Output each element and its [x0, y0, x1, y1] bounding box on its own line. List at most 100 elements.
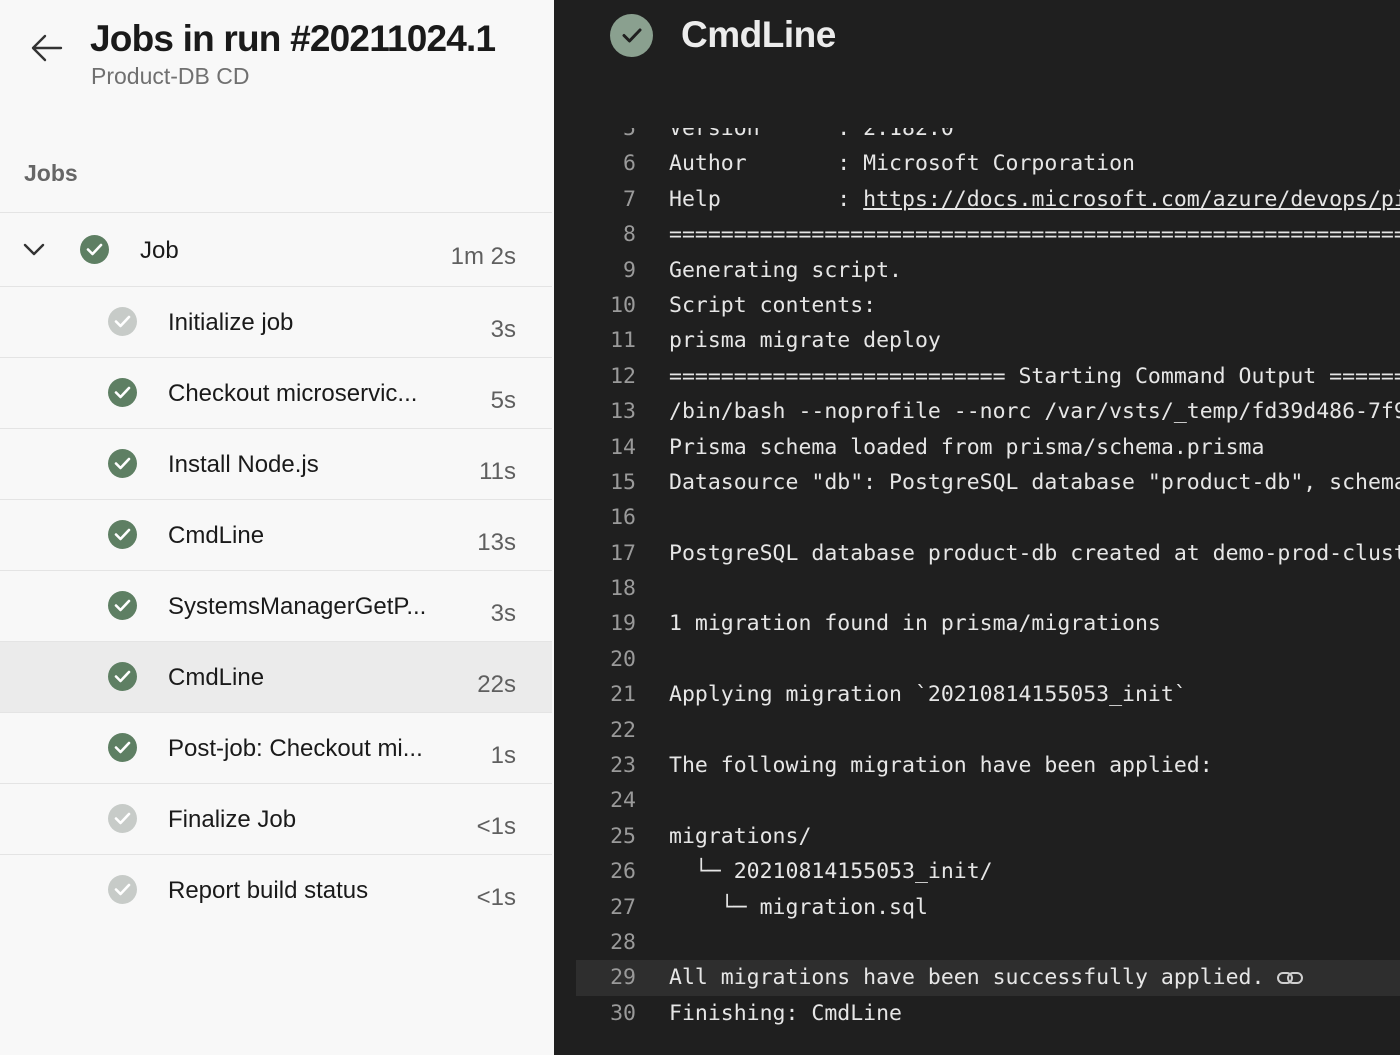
step-row[interactable]: Install Node.js 11s	[0, 428, 552, 499]
log-text: PostgreSQL database product-db created a…	[669, 540, 1400, 566]
log-output[interactable]: 5 Version : 2.182.0 6 Author : Microsoft Co…	[554, 128, 1400, 1055]
step-row[interactable]: SystemsManagerGetP... 3s	[0, 570, 552, 641]
step-label: Checkout microservic...	[168, 380, 418, 407]
line-number: 12	[610, 363, 636, 389]
step-duration: <1s	[476, 813, 516, 840]
help-label: Help :	[669, 186, 864, 212]
step-duration: 3s	[490, 316, 516, 343]
line-number: 30	[610, 1000, 636, 1026]
log-line: 19 1 migration found in prisma/migrations	[554, 606, 1400, 641]
check-circle-icon	[108, 378, 137, 407]
link-icon[interactable]	[1276, 968, 1306, 988]
step-list: Initialize job 3s Checkout microservic... 5…	[0, 286, 552, 925]
line-number: 21	[610, 682, 636, 708]
line-number: 20	[610, 646, 636, 672]
log-text: Prisma schema loaded from prisma/schema.…	[669, 434, 1265, 460]
log-line: 22	[554, 713, 1400, 748]
line-number: 6	[623, 151, 636, 177]
log-line: 10 Script contents:	[554, 288, 1400, 323]
step-label: Finalize Job	[168, 806, 297, 833]
log-line: 20	[554, 642, 1400, 677]
line-number: 17	[610, 540, 636, 566]
log-text: └─ 20210814155053_init/	[669, 859, 993, 885]
log-lines: 5 Version : 2.182.0 6 Author : Microsoft Co…	[554, 128, 1400, 1031]
log-text: prisma migrate deploy	[669, 328, 941, 354]
line-number: 13	[610, 399, 636, 425]
line-number: 18	[610, 576, 636, 602]
log-line: 15 Datasource "db": PostgreSQL database "…	[554, 465, 1400, 500]
step-row[interactable]: Finalize Job <1s	[0, 783, 552, 854]
log-panel: CmdLine 5 Version : 2.182.0 6 Author : Micr…	[554, 0, 1400, 1055]
step-label: SystemsManagerGetP...	[168, 593, 427, 620]
step-duration: 13s	[477, 529, 516, 556]
check-circle-icon	[108, 520, 137, 549]
line-number: 14	[610, 434, 636, 460]
log-text: Generating script.	[669, 257, 902, 283]
log-text: Script contents:	[669, 292, 877, 318]
step-duration: 22s	[477, 671, 516, 698]
log-line: 16	[554, 500, 1400, 535]
line-number: 16	[610, 505, 636, 531]
line-number: 15	[610, 469, 636, 495]
log-line: 17 PostgreSQL database product-db created…	[554, 536, 1400, 571]
chevron-down-icon[interactable]	[22, 239, 46, 259]
log-text: Datasource "db": PostgreSQL database "pr…	[669, 469, 1400, 495]
line-number: 9	[623, 257, 636, 283]
line-number: 19	[610, 611, 636, 637]
job-row[interactable]: Job 1m 2s	[0, 212, 552, 286]
job-list: Job 1m 2s Initialize job 3s Checkout micro…	[0, 212, 552, 925]
step-duration: 5s	[490, 387, 516, 414]
log-line: 7 Help : https://docs.microsoft.com/azure…	[554, 182, 1400, 217]
line-number: 29	[610, 965, 636, 991]
log-line: 12 ========================== Starting Co…	[554, 359, 1400, 394]
log-line: 29 All migrations have been successfully …	[576, 960, 1400, 996]
line-number: 23	[610, 753, 636, 779]
step-duration: <1s	[476, 884, 516, 911]
log-line: 21 Applying migration `20210814155053_ini…	[554, 677, 1400, 712]
log-line: 25 migrations/	[554, 819, 1400, 854]
log-text: migrations/	[669, 823, 812, 849]
log-text: Help : https://docs.microsoft.com/azure/…	[669, 182, 1400, 217]
log-line: 24	[554, 783, 1400, 818]
line-number: 25	[610, 823, 636, 849]
log-text: ========================================…	[669, 222, 1400, 248]
step-duration: 3s	[490, 600, 516, 627]
log-text: └─ migration.sql	[669, 894, 928, 920]
line-number: 7	[623, 186, 636, 212]
jobs-section-label: Jobs	[24, 160, 78, 186]
step-label: Install Node.js	[168, 451, 319, 478]
check-circle-icon	[108, 733, 137, 762]
step-duration: 11s	[479, 458, 516, 485]
check-circle-icon	[108, 591, 137, 620]
line-number: 28	[610, 929, 636, 955]
help-link[interactable]: https://docs.microsoft.com/azure/devops/…	[863, 187, 1400, 212]
log-text: The following migration have been applie…	[669, 753, 1213, 779]
check-circle-icon	[80, 235, 109, 264]
line-number: 8	[623, 222, 636, 248]
back-button[interactable]	[26, 30, 66, 66]
log-line: 18	[554, 571, 1400, 606]
step-row[interactable]: CmdLine 13s	[0, 499, 552, 570]
step-row[interactable]: Checkout microservic... 5s	[0, 357, 552, 428]
log-text: Version : 2.182.0	[669, 128, 954, 141]
log-line: 9 Generating script.	[554, 253, 1400, 288]
step-label: Post-job: Checkout mi...	[168, 735, 423, 762]
pipeline-name: Product-DB CD	[91, 63, 250, 89]
page-title: Jobs in run #20211024.1	[90, 18, 496, 59]
line-number: 26	[610, 859, 636, 885]
log-text: All migrations have been successfully ap…	[669, 965, 1265, 991]
step-label: CmdLine	[168, 522, 265, 549]
arrow-left-icon	[31, 34, 63, 62]
check-circle-icon	[108, 662, 137, 691]
log-text: /bin/bash --noprofile --norc /var/vsts/_…	[669, 399, 1400, 425]
log-text: Applying migration `20210814155053_init`	[669, 682, 1187, 708]
log-line: 27 └─ migration.sql	[554, 890, 1400, 925]
step-row[interactable]: Initialize job 3s	[0, 286, 552, 357]
log-text: Finishing: CmdLine	[669, 1000, 902, 1026]
step-row[interactable]: Post-job: Checkout mi... 1s	[0, 712, 552, 783]
log-text: Author : Microsoft Corporation	[669, 151, 1135, 177]
step-row[interactable]: CmdLine 22s	[0, 641, 552, 712]
step-row[interactable]: Report build status <1s	[0, 854, 552, 925]
line-number: 24	[610, 788, 636, 814]
log-text: ========================== Starting Comm…	[669, 363, 1400, 389]
